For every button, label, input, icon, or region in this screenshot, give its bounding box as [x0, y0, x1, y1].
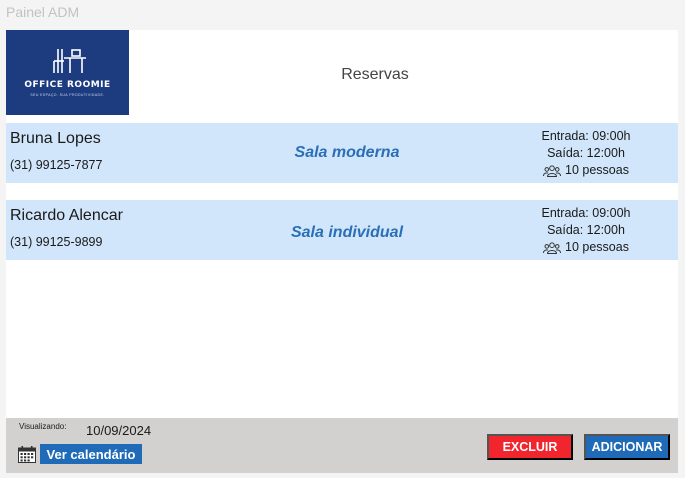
reservation-room: Sala moderna — [294, 144, 400, 161]
view-calendar-button[interactable]: Ver calendário — [40, 444, 142, 464]
reservation-phone: (31) 99125-7877 — [10, 158, 103, 172]
people-icon — [543, 164, 562, 177]
viewing-label: Visualizando: — [19, 422, 67, 431]
app-title: Painel ADM — [6, 4, 80, 20]
reservation-people-count: 10 pessoas — [565, 163, 629, 177]
delete-button[interactable]: EXCLUIR — [487, 434, 573, 460]
logo-tagline: SEU ESPAÇO. SUA PRODUTIVIDADE. — [30, 93, 105, 97]
footer-bar: Visualizando: 10/09/2024 Ver calendário … — [6, 418, 678, 473]
reservation-schedule: Entrada: 09:00h Saída: 12:00h 10 pessoas — [506, 205, 666, 259]
page-title: Reservas — [341, 66, 409, 83]
reservation-room: Sala individual — [290, 224, 404, 241]
reservations-panel: OFFICE ROOMIE SEU ESPAÇO. SUA PRODUTIVID… — [6, 30, 678, 418]
calendar-icon[interactable] — [18, 446, 36, 463]
people-icon — [543, 241, 562, 254]
reservation-schedule: Entrada: 09:00h Saída: 12:00h 10 pessoas — [506, 128, 666, 182]
reservation-entry-time: Entrada: 09:00h — [541, 206, 631, 220]
reservation-row[interactable]: Bruna Lopes (31) 99125-7877 Sala moderna… — [6, 123, 678, 183]
reservation-capacity: 10 pessoas — [543, 239, 629, 256]
reservation-client-name: Ricardo Alencar — [10, 207, 123, 224]
reservation-row[interactable]: Ricardo Alencar (31) 99125-9899 Sala ind… — [6, 200, 678, 260]
logo-name: OFFICE ROOMIE — [24, 80, 111, 90]
reservation-phone: (31) 99125-9899 — [10, 235, 103, 249]
office-desk-logo-icon — [52, 49, 86, 73]
office-roomie-logo: OFFICE ROOMIE SEU ESPAÇO. SUA PRODUTIVID… — [6, 30, 129, 115]
reservation-capacity: 10 pessoas — [543, 162, 629, 179]
add-button[interactable]: ADICIONAR — [584, 434, 670, 460]
reservation-entry-time: Entrada: 09:00h — [541, 129, 631, 143]
reservation-exit-time: Saída: 12:00h — [547, 146, 625, 160]
reservation-client-name: Bruna Lopes — [10, 130, 101, 147]
reservation-people-count: 10 pessoas — [565, 240, 629, 254]
viewing-date: 10/09/2024 — [86, 423, 152, 438]
reservation-exit-time: Saída: 12:00h — [547, 223, 625, 237]
